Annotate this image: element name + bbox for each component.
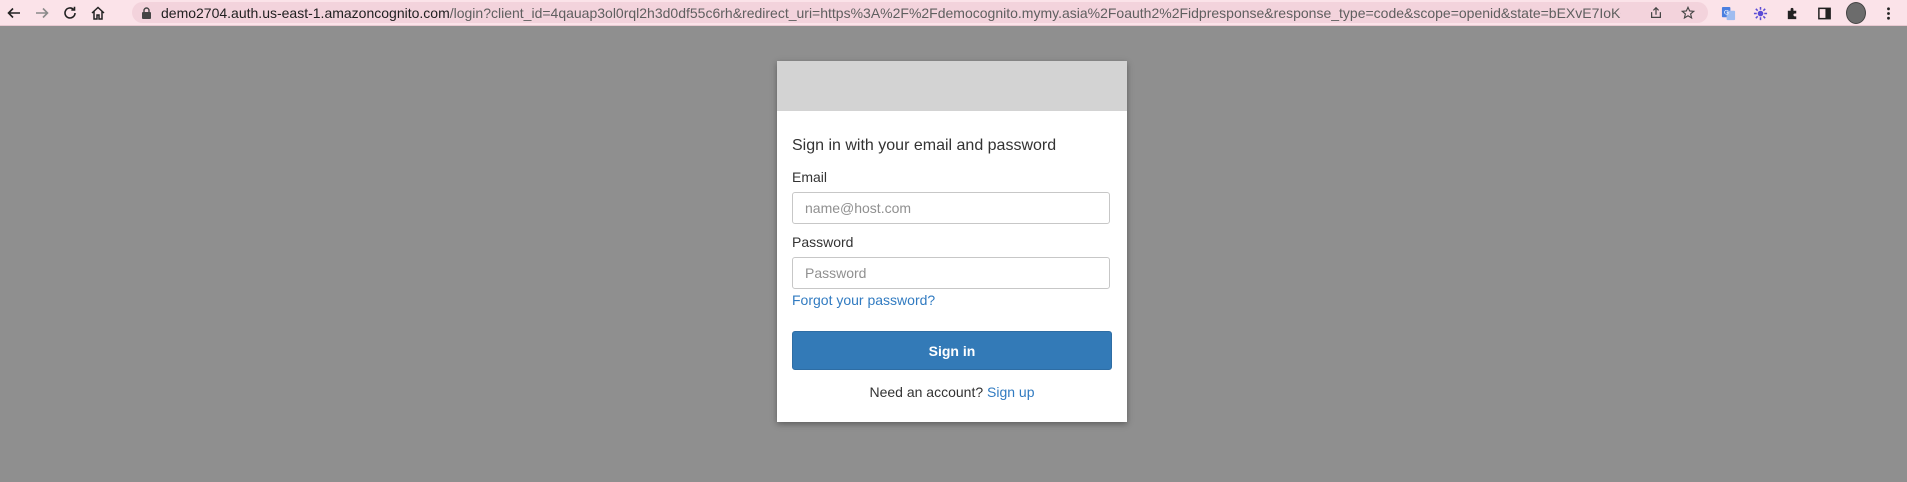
email-field[interactable] <box>792 192 1110 224</box>
address-bar[interactable]: demo2704.auth.us-east-1.amazoncognito.co… <box>132 2 1708 23</box>
puzzle-icon[interactable] <box>1782 3 1802 23</box>
signup-link[interactable]: Sign up <box>987 384 1034 400</box>
forward-arrow-icon[interactable] <box>28 0 56 25</box>
avatar[interactable] <box>1846 2 1866 24</box>
translate-icon[interactable]: G <box>1718 3 1738 23</box>
email-label: Email <box>792 169 828 185</box>
back-arrow-icon[interactable] <box>0 0 28 25</box>
signin-heading: Sign in with your email and password <box>792 137 1057 154</box>
url-text[interactable]: demo2704.auth.us-east-1.amazoncognito.co… <box>161 5 1621 21</box>
home-icon[interactable] <box>84 0 112 25</box>
signup-line: Need an account? Sign up <box>792 384 1112 400</box>
share-icon[interactable] <box>1648 5 1664 21</box>
url-host: demo2704.auth.us-east-1.amazoncognito.co… <box>161 4 450 21</box>
forgot-password-link[interactable]: Forgot your password? <box>792 292 1112 309</box>
side-panel-icon[interactable] <box>1814 3 1834 23</box>
signin-button[interactable]: Sign in <box>792 331 1112 370</box>
password-label: Password <box>792 234 854 250</box>
url-path: /login?client_id=4qauap3ol0rql2h3d0df55c… <box>449 4 1621 21</box>
lock-icon[interactable] <box>141 6 153 20</box>
extension-icon[interactable] <box>1750 3 1770 23</box>
login-card: Sign in with your email and password Ema… <box>777 61 1127 422</box>
signup-prompt: Need an account? <box>869 384 984 400</box>
kebab-menu-icon[interactable] <box>1878 3 1898 23</box>
star-icon[interactable] <box>1680 5 1696 21</box>
password-field[interactable] <box>792 257 1110 289</box>
card-body: Sign in with your email and password Ema… <box>777 136 1127 400</box>
browser-toolbar: demo2704.auth.us-east-1.amazoncognito.co… <box>0 0 1907 26</box>
svg-text:G: G <box>1723 8 1728 16</box>
reload-icon[interactable] <box>56 0 84 25</box>
card-banner <box>777 61 1127 111</box>
